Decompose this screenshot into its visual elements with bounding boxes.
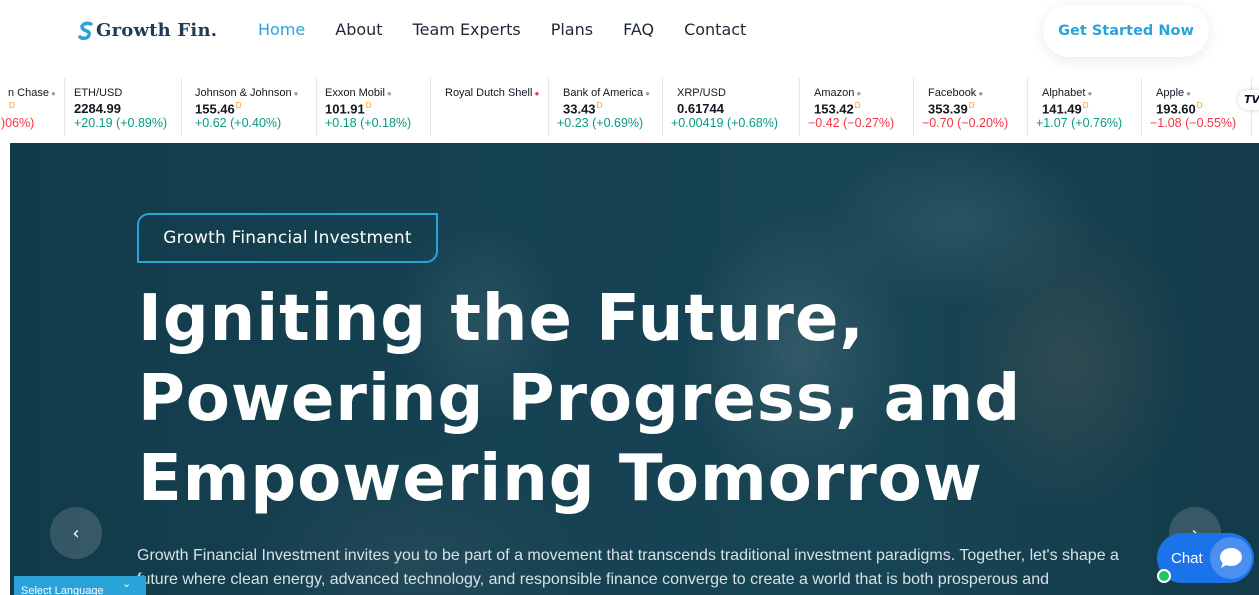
delayed-marker: D (596, 101, 603, 110)
ticker-price: 141.49 (1042, 101, 1082, 117)
ticker-price: 33.43 (563, 101, 596, 117)
site-header: Growth Fin. Home About Team Experts Plan… (0, 0, 1259, 64)
ticker-item[interactable]: ETH/USD 2284.99 +20.19 (+0.89%) (66, 78, 182, 136)
ticker-change: +0.23 (+0.69%) (557, 116, 644, 131)
status-dot-icon: ● (534, 89, 540, 98)
ticker-name: Bank of America (563, 87, 644, 99)
hero-badge: Growth Financial Investment (137, 213, 438, 263)
ticker-name: Exxon Mobil (325, 87, 385, 99)
ticker-item[interactable]: Exxon Mobil ● 101.91D +0.18 (+0.18%) (317, 78, 431, 136)
ticker-name: Facebook (928, 87, 977, 99)
ticker-change: −0.42 (−0.27%) (808, 116, 895, 131)
status-dot-icon: ● (856, 89, 862, 98)
online-status-dot (1157, 569, 1171, 583)
ticker-item[interactable]: Johnson & Johnson ● 155.46D +0.62 (+0.40%… (187, 78, 317, 136)
ticker-change: +0.62 (+0.40%) (195, 116, 282, 131)
ticker-name: Amazon (814, 87, 855, 99)
ticker-name: Apple (1156, 87, 1185, 99)
ticker-price: 353.39 (928, 101, 968, 117)
chat-label: Chat (1171, 549, 1203, 567)
ticker-price: 153.42 (814, 101, 854, 117)
ticker-item[interactable]: Amazon ● 153.42D −0.42 (−0.27%) (800, 78, 914, 136)
nav-plans[interactable]: Plans (551, 20, 593, 39)
delayed-marker: D (1196, 101, 1203, 110)
delayed-marker: D (854, 101, 861, 110)
status-dot-icon: ● (1087, 89, 1093, 98)
ticker-price: 101.91 (325, 101, 365, 117)
ticker-item[interactable]: Facebook ● 353.39D −0.70 (−0.20%) (914, 78, 1028, 136)
ticker-name: ETH/USD (74, 87, 123, 99)
stock-ticker: n Chase ● D )06%) ETH/USD 2284.99 +20.19 … (0, 78, 1259, 136)
ticker-change: −1.08 (−0.55%) (1150, 116, 1237, 131)
ticker-name: Johnson & Johnson (195, 87, 292, 99)
ticker-change: +0.00419 (+0.68%) (671, 116, 779, 130)
hero-description-line: future where clean energy, advanced tech… (137, 571, 1049, 588)
hero-title-line: Powering Progress, and (138, 362, 1022, 436)
hero-description-line: Growth Financial Investment invites you … (137, 547, 1119, 564)
get-started-button[interactable]: Get Started Now (1043, 5, 1209, 57)
status-dot-icon: ● (1186, 89, 1191, 98)
status-dot-icon: ● (386, 89, 392, 98)
nav-faq[interactable]: FAQ (623, 20, 654, 39)
delayed-marker: D (235, 101, 242, 110)
ticker-change: +20.19 (+0.89%) (74, 116, 168, 130)
ticker-price: 2284.99 (74, 101, 121, 116)
ticker-name: Alphabet (1042, 87, 1086, 99)
delayed-marker: D (1082, 101, 1089, 110)
logo[interactable]: Growth Fin. (78, 20, 217, 41)
ticker-price: 155.46 (195, 101, 235, 117)
ticker-name: XRP/USD (677, 87, 726, 99)
ticker-item[interactable]: Royal Dutch Shell ● (431, 78, 549, 136)
ticker-change: )06%) (1, 116, 35, 131)
hero-title-line: Empowering Tomorrow (138, 442, 983, 516)
ticker-item[interactable]: Apple ● 193.60D −1.08 (−0.55%) (1142, 78, 1252, 136)
ticker-price: 0.61744 (677, 101, 724, 116)
ticker-name: Royal Dutch Shell (445, 87, 533, 99)
slider-prev-button[interactable]: ‹ (50, 507, 102, 559)
logo-text: Growth Fin. (96, 20, 218, 41)
ticker-item[interactable]: Bank of America ● 33.43D +0.23 (+0.69%) (549, 78, 663, 136)
hero-description: Growth Financial Investment invites you … (137, 544, 1137, 592)
hero-title: Igniting the Future, Powering Progress, … (138, 279, 1138, 519)
ticker-item[interactable]: XRP/USD 0.61744 +0.00419 (+0.68%) (663, 78, 800, 136)
chat-bubble-icon (1210, 537, 1252, 579)
delayed-marker: D (365, 101, 372, 110)
main-nav: Home About Team Experts Plans FAQ Contac… (258, 20, 746, 39)
chevron-down-icon: ⌄ (122, 578, 132, 590)
ticker-price: 193.60 (1156, 101, 1196, 117)
delayed-marker: D (968, 101, 975, 110)
hero-title-line: Igniting the Future, (138, 282, 865, 356)
status-dot-icon: ● (293, 89, 299, 98)
language-select[interactable]: Select Language ⌄ (14, 576, 146, 595)
nav-contact[interactable]: Contact (684, 20, 746, 39)
ticker-name: n Chase (8, 87, 49, 99)
ticker-change: +0.18 (+0.18%) (325, 116, 412, 131)
status-dot-icon: ● (645, 89, 650, 98)
ticker-change: −0.70 (−0.20%) (922, 116, 1009, 131)
nav-team-experts[interactable]: Team Experts (413, 20, 521, 39)
chat-widget-button[interactable]: Chat (1157, 533, 1254, 583)
language-select-label: Select Language (21, 585, 104, 595)
status-dot-icon: ● (978, 89, 984, 98)
tradingview-logo[interactable]: TV (1238, 90, 1259, 110)
nav-home[interactable]: Home (258, 20, 305, 39)
delayed-marker: D (9, 101, 15, 110)
ticker-item[interactable]: Alphabet ● 141.49D +1.07 (+0.76%) (1028, 78, 1142, 136)
chevron-left-icon: ‹ (72, 522, 80, 544)
hero-slider: Growth Financial Investment Igniting the… (10, 143, 1259, 595)
nav-about[interactable]: About (335, 20, 382, 39)
status-dot-icon: ● (50, 89, 56, 98)
ticker-item[interactable]: n Chase ● D )06%) (0, 78, 65, 136)
logo-swirl-icon (78, 21, 94, 41)
ticker-change: +1.07 (+0.76%) (1036, 116, 1123, 131)
